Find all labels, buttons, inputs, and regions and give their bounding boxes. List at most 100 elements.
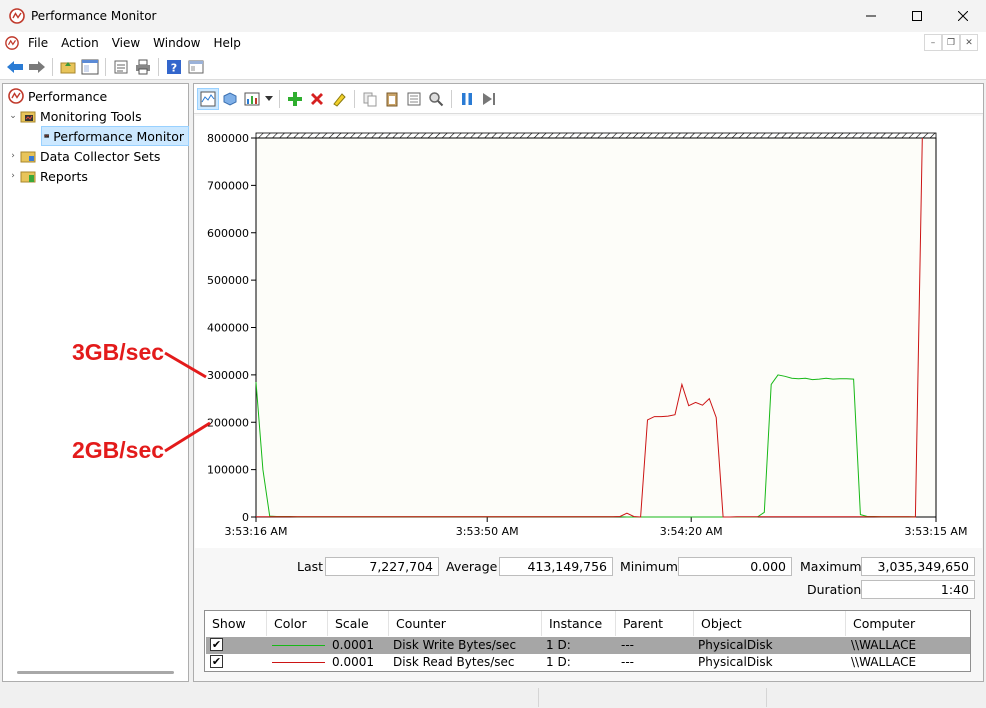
highlight-button[interactable] bbox=[328, 88, 350, 110]
copy-properties-button[interactable] bbox=[359, 88, 381, 110]
add-plus-icon bbox=[288, 91, 302, 106]
properties-button[interactable] bbox=[185, 56, 207, 78]
instance-cell: 1 D: bbox=[546, 655, 571, 669]
up-folder-button[interactable] bbox=[57, 56, 79, 78]
properties-sheet-icon bbox=[407, 92, 421, 105]
mdi-restore-button[interactable]: ❐ bbox=[942, 34, 960, 51]
export-list-button[interactable] bbox=[110, 56, 132, 78]
object-cell: PhysicalDisk bbox=[698, 655, 773, 669]
graph-type-icon bbox=[244, 92, 260, 105]
col-computer[interactable]: Computer bbox=[846, 611, 970, 636]
col-object[interactable]: Object bbox=[694, 611, 846, 636]
menu-help[interactable]: Help bbox=[211, 36, 249, 50]
last-value: 7,227,704 bbox=[325, 557, 439, 576]
annotation-2gb: 2GB/sec bbox=[72, 437, 165, 463]
mdi-minimize-button[interactable]: – bbox=[924, 34, 942, 51]
delete-counter-button[interactable] bbox=[306, 88, 328, 110]
show-hide-tree-button[interactable] bbox=[79, 56, 101, 78]
chevron-right-icon[interactable]: › bbox=[8, 171, 18, 181]
x-tick-label: 3:54:20 AM bbox=[660, 525, 723, 538]
performance-monitor-pane: 0 100000 200000 300000 400000 500000 600000 700… bbox=[193, 83, 984, 682]
add-counter-button[interactable] bbox=[284, 88, 306, 110]
col-instance[interactable]: Instance bbox=[542, 611, 616, 636]
graph-area[interactable]: 0 100000 200000 300000 400000 500000 600000 700… bbox=[195, 116, 982, 548]
graph-toolbar bbox=[194, 84, 983, 114]
status-bar bbox=[0, 684, 986, 708]
y-tick-label: 500000 bbox=[207, 274, 249, 287]
properties-icon bbox=[188, 60, 204, 73]
menu-action[interactable]: Action bbox=[58, 36, 107, 50]
mdi-minimize-icon: – bbox=[930, 37, 936, 48]
tree-item-data-collector-sets[interactable]: › Data Collector Sets bbox=[8, 146, 160, 166]
tree-item-monitoring-tools[interactable]: ⌄ Monitoring Tools bbox=[8, 106, 141, 126]
chevron-right-icon[interactable]: › bbox=[8, 151, 18, 161]
annotation-arrow-2gb bbox=[164, 421, 211, 453]
maximize-button[interactable] bbox=[894, 0, 940, 32]
update-data-button[interactable] bbox=[478, 88, 500, 110]
tree-item-label: Reports bbox=[40, 168, 88, 184]
status-divider bbox=[766, 688, 767, 707]
plot-frame bbox=[255, 137, 937, 518]
toolbar-separator bbox=[105, 57, 106, 76]
show-checkbox[interactable]: ✔ bbox=[210, 655, 223, 668]
tree-item-performance[interactable]: Performance bbox=[6, 86, 107, 106]
perfmon-menu-icon[interactable] bbox=[5, 36, 19, 50]
folder-tools-icon bbox=[20, 111, 36, 123]
annotation-arrow-3gb bbox=[164, 351, 207, 379]
chevron-down-icon[interactable]: ⌄ bbox=[8, 111, 18, 121]
table-row[interactable]: ✔ 0.0001 Disk Write Bytes/sec 1 D: --- P… bbox=[206, 637, 970, 654]
annotation-arrows bbox=[164, 351, 211, 453]
col-parent[interactable]: Parent bbox=[616, 611, 694, 636]
change-graph-type-button[interactable] bbox=[241, 88, 263, 110]
back-button[interactable] bbox=[4, 56, 26, 78]
close-button[interactable] bbox=[940, 0, 986, 32]
toolbar-separator bbox=[158, 57, 159, 76]
zoom-button[interactable] bbox=[425, 88, 447, 110]
computer-cell: \\WALLACE bbox=[851, 638, 917, 652]
col-color[interactable]: Color bbox=[267, 611, 328, 636]
svg-text:?: ? bbox=[171, 61, 177, 74]
scale-cell: 0.0001 bbox=[332, 655, 374, 669]
close-icon bbox=[958, 11, 968, 21]
graph-type-dropdown[interactable] bbox=[263, 88, 275, 110]
help-button[interactable]: ? bbox=[163, 56, 185, 78]
col-show[interactable]: Show bbox=[205, 611, 267, 636]
view-log-data-button[interactable] bbox=[219, 88, 241, 110]
duration-value: 1:40 bbox=[861, 580, 975, 599]
freeze-display-button[interactable] bbox=[456, 88, 478, 110]
performance-monitor-icon bbox=[44, 134, 49, 138]
properties-button[interactable] bbox=[403, 88, 425, 110]
highlighter-pen-icon bbox=[333, 92, 346, 107]
menu-window[interactable]: Window bbox=[150, 36, 208, 50]
menu-file[interactable]: File bbox=[25, 36, 56, 50]
tree-item-reports[interactable]: › Reports bbox=[8, 166, 88, 186]
y-tick-label: 600000 bbox=[207, 227, 249, 240]
performance-line-chart: 0100000200000300000400000500000600000700… bbox=[207, 132, 967, 538]
tree-item-performance-monitor[interactable]: Performance Monitor bbox=[41, 126, 189, 146]
minimum-value: 0.000 bbox=[678, 557, 792, 576]
color-swatch bbox=[272, 662, 325, 663]
tree-horizontal-scrollbar[interactable] bbox=[17, 671, 174, 674]
x-tick-label: 3:53:16 AM bbox=[225, 525, 288, 538]
print-button[interactable] bbox=[132, 56, 154, 78]
perfmon-app-icon bbox=[9, 8, 25, 24]
y-tick-label: 100000 bbox=[207, 464, 249, 477]
minimize-button[interactable] bbox=[848, 0, 894, 32]
y-tick-label: 800000 bbox=[207, 132, 249, 145]
folder-reports-icon bbox=[20, 171, 36, 183]
step-forward-icon bbox=[483, 92, 495, 105]
paste-counter-list-button[interactable] bbox=[381, 88, 403, 110]
forward-button[interactable] bbox=[26, 56, 48, 78]
col-counter[interactable]: Counter bbox=[389, 611, 542, 636]
parent-cell: --- bbox=[621, 655, 634, 669]
view-current-activity-button[interactable] bbox=[197, 87, 219, 110]
show-checkbox[interactable]: ✔ bbox=[210, 638, 223, 651]
average-label: Average bbox=[446, 559, 498, 574]
menu-view[interactable]: View bbox=[109, 36, 148, 50]
window-title: Performance Monitor bbox=[31, 9, 157, 23]
mdi-close-icon: ✕ bbox=[965, 37, 973, 48]
mdi-close-button[interactable]: ✕ bbox=[960, 34, 978, 51]
table-row[interactable]: ✔ 0.0001 Disk Read Bytes/sec 1 D: --- Ph… bbox=[206, 654, 970, 671]
average-value: 413,149,756 bbox=[499, 557, 613, 576]
col-scale[interactable]: Scale bbox=[328, 611, 389, 636]
